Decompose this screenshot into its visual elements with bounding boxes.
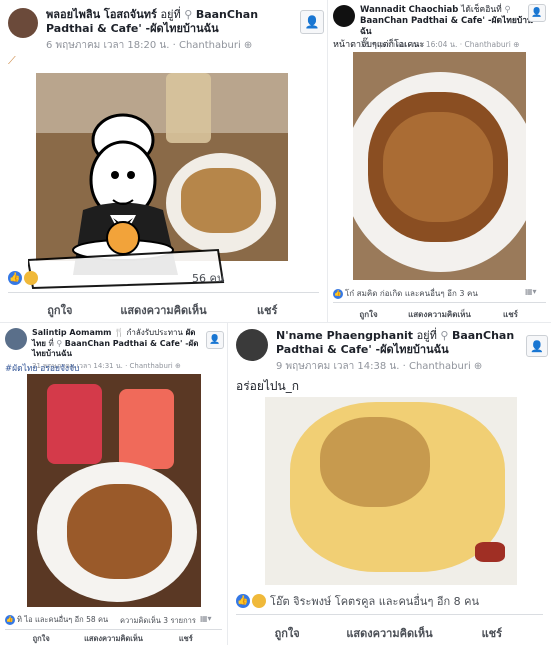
add-friend-button[interactable]: 👤 (528, 4, 546, 22)
like-button[interactable]: ถูกใจ (333, 308, 404, 322)
like-icon: 👍 (8, 271, 22, 285)
globe-icon: ⊕ (513, 40, 520, 49)
chef-logo-icon (28, 113, 225, 290)
reaction-summary[interactable]: 👍 โก๋ สมคิด ก่อเกิด และคนอื่นๆ อีก 3 คน (333, 287, 478, 300)
like-icon: 👍 (5, 615, 15, 625)
like-button[interactable]: ถูกใจ (5, 633, 77, 645)
place-link[interactable]: BaanChan Padthai & Cafe' -ผัดไทยบ้านฉัน (360, 16, 533, 37)
action-bar: ถูกใจ แสดงความคิดเห็น แชร์ (5, 629, 222, 645)
post-photo[interactable] (353, 52, 526, 280)
reaction-summary[interactable]: 👍 56 คน (8, 269, 224, 287)
author-name[interactable]: N'name Phaengphanit (276, 329, 413, 342)
fork-icon: 🍴 (114, 328, 125, 337)
at-text: อยู่ที่ (160, 8, 181, 21)
action-bar: ถูกใจ แสดงความคิดเห็น แชร์ (333, 302, 546, 322)
at-text: ที่ (48, 338, 54, 348)
pin-icon: ⚲ (440, 329, 449, 342)
reaction-summary[interactable]: 👍 โอ๊ต จิระพงษ์ โคตรคูล และคนอื่นๆ อีก 8… (236, 592, 479, 610)
action-bar: ถูกใจ แสดงความคิดเห็น แชร์ (8, 292, 319, 320)
post-location[interactable]: Chanthaburi (179, 40, 241, 51)
add-friend-button[interactable]: 👤 (300, 10, 324, 34)
comment-button[interactable]: แสดงความคิดเห็น (77, 633, 149, 645)
post-text: อร่อยไปน_ก (236, 379, 300, 393)
share-button[interactable]: แชร์ (475, 308, 546, 322)
haha-icon (252, 594, 266, 608)
avatar[interactable] (5, 328, 27, 350)
pin-icon: ⚲ (184, 8, 193, 21)
add-friend-icon: 👤 (304, 15, 320, 29)
post-card-1: พลอยไพลิน โอสถจันทร์ อยู่ที่ ⚲ BaanChan … (0, 0, 327, 322)
post-card-4: N'name Phaengphanit อยู่ที่ ⚲ BaanChan P… (228, 323, 551, 645)
viewer-avatar[interactable]: ▦▾ (525, 287, 537, 296)
comment-button[interactable]: แสดงความคิดเห็น (404, 308, 475, 322)
globe-icon: ⊕ (473, 361, 483, 372)
post-card-2: Wannadit Chaochiab ได้เช็คอินที่ ⚲ BaanC… (328, 0, 551, 322)
share-button[interactable]: แชร์ (441, 624, 543, 645)
reaction-text: โอ๊ต จิระพงษ์ โคตรคูล และคนอื่นๆ อีก 8 ค… (270, 595, 479, 608)
like-button[interactable]: ถูกใจ (8, 301, 112, 320)
post-photo[interactable] (265, 397, 517, 585)
post-location[interactable]: Chanthaburi (409, 361, 471, 372)
post-hashtag-text[interactable]: #ผัดไทย อร่อยจังจับ (5, 364, 79, 374)
like-icon: 👍 (333, 288, 343, 299)
add-friend-button[interactable]: 👤 (206, 331, 224, 349)
reaction-summary[interactable]: 👍 ทิ ไอ และคนอื่นๆ อีก 58 คน (5, 614, 108, 626)
globe-icon: ⊕ (243, 40, 253, 51)
author-name[interactable]: Wannadit Chaochiab (360, 5, 458, 15)
avatar[interactable] (236, 329, 268, 361)
pin-icon: ⚲ (504, 5, 511, 15)
post-text: หน้าตาจั๊บๆแต่ก็โอเคนะ (333, 40, 425, 50)
at-text: ได้เช็คอินที่ (461, 5, 502, 15)
add-friend-icon: 👤 (209, 335, 221, 345)
add-friend-icon: 👤 (531, 8, 543, 18)
eating-text: กำลังรับประทาน (126, 328, 184, 337)
comment-count[interactable]: ความคิดเห็น 3 รายการ (120, 615, 196, 627)
avatar[interactable] (8, 8, 38, 38)
viewer-avatar[interactable]: ▦▾ (200, 614, 212, 623)
share-button[interactable]: แชร์ (215, 301, 319, 320)
author-name[interactable]: พลอยไพลิน โอสถจันทร์ (46, 8, 157, 21)
globe-icon: ⊕ (175, 361, 181, 370)
post-card-3: Salintip Aomamm 🍴 กำลังรับประทาน ผัดไทย … (0, 323, 227, 645)
action-bar: ถูกใจ แสดงความคิดเห็น แชร์ (236, 614, 543, 645)
author-name[interactable]: Salintip Aomamm (32, 328, 112, 337)
avatar[interactable] (333, 5, 355, 27)
add-friend-button[interactable]: 👤 (526, 335, 548, 357)
post-photo[interactable] (27, 374, 201, 607)
post-location[interactable]: Chanthaburi (465, 40, 511, 49)
add-friend-icon: 👤 (530, 339, 544, 353)
reaction-text: โก๋ สมคิด ก่อเกิด และคนอื่นๆ อีก 3 คน (345, 289, 478, 298)
post-time[interactable]: 6 พฤษภาคม เวลา 18:20 น. (46, 40, 169, 51)
pin-icon: ⚲ (56, 338, 63, 348)
like-button[interactable]: ถูกใจ (236, 624, 338, 645)
like-icon: 👍 (236, 594, 250, 608)
post-text: #ผัดไทย อร่อยจังจับ (5, 361, 79, 375)
comment-button[interactable]: แสดงความคิดเห็น (112, 301, 216, 320)
decor-icon: ⟋ (8, 54, 16, 67)
post-time[interactable]: 9 พฤษภาคม เวลา 14:38 น. (276, 361, 399, 372)
reaction-text: ทิ ไอ และคนอื่นๆ อีก 58 คน (17, 615, 109, 624)
at-text: อยู่ที่ (416, 329, 437, 342)
post-location[interactable]: Chanthaburi (130, 362, 173, 370)
share-button[interactable]: แชร์ (150, 633, 222, 645)
reaction-count: 56 คน (192, 272, 225, 285)
love-icon (24, 271, 38, 285)
comment-button[interactable]: แสดงความคิดเห็น (338, 624, 440, 645)
